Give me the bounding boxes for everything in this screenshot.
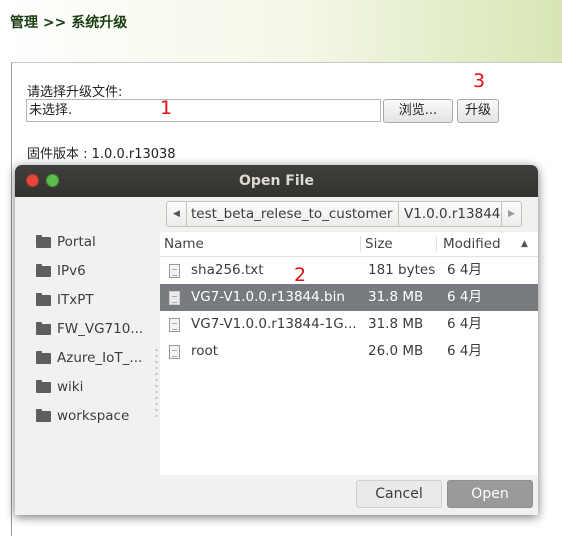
select-file-label: 请选择升级文件: bbox=[27, 85, 123, 100]
folder-icon bbox=[36, 293, 51, 306]
sidebar-item-itxpt[interactable]: ITxPT bbox=[36, 289, 158, 311]
file-list: Name Size Modified ▲ sha256.txt 181 byte… bbox=[160, 232, 538, 475]
file-name: VG7-V1.0.0.r13844.bin bbox=[191, 289, 345, 305]
dialog-titlebar: Open File bbox=[15, 165, 538, 197]
folder-icon bbox=[36, 351, 51, 364]
sidebar-item-workspace[interactable]: workspace bbox=[36, 405, 158, 427]
file-modified: 6 4月 bbox=[447, 262, 482, 278]
file-row-selected[interactable]: VG7-V1.0.0.r13844.bin 31.8 MB 6 4月 bbox=[160, 284, 538, 311]
folder-icon bbox=[36, 322, 51, 335]
file-modified: 6 4月 bbox=[447, 316, 482, 332]
sidebar-item-label: ITxPT bbox=[57, 292, 94, 308]
annotation-3: 3 bbox=[473, 70, 486, 92]
sort-ascending-icon: ▲ bbox=[521, 239, 528, 249]
column-header-modified[interactable]: Modified bbox=[443, 232, 501, 256]
path-forward-arrow-icon[interactable]: ▶ bbox=[501, 201, 522, 227]
document-icon bbox=[169, 318, 180, 332]
folder-icon bbox=[36, 235, 51, 248]
sidebar-item-label: Azure_IoT_... bbox=[57, 350, 143, 366]
sidebar-item-wiki[interactable]: wiki bbox=[36, 376, 158, 398]
file-row[interactable]: VG7-V1.0.0.r13844-1G... 31.8 MB 6 4月 bbox=[160, 311, 538, 338]
sidebar-item-azure-iot[interactable]: Azure_IoT_... bbox=[36, 347, 158, 369]
file-name: VG7-V1.0.0.r13844-1G... bbox=[191, 316, 357, 332]
close-icon[interactable] bbox=[26, 174, 39, 187]
folder-icon bbox=[36, 264, 51, 277]
firmware-version: 固件版本 : 1.0.0.r13038 bbox=[27, 147, 176, 162]
maximize-icon[interactable] bbox=[46, 174, 59, 187]
sidebar-item-label: IPv6 bbox=[57, 263, 86, 279]
file-size: 31.8 MB bbox=[368, 316, 424, 332]
file-list-header: Name Size Modified ▲ bbox=[160, 232, 538, 257]
file-size: 31.8 MB bbox=[368, 289, 424, 305]
document-icon bbox=[169, 345, 180, 359]
path-back-arrow-icon[interactable]: ◀ bbox=[166, 201, 187, 227]
sidebar-item-label: Portal bbox=[57, 234, 96, 250]
file-modified: 6 4月 bbox=[447, 289, 482, 305]
annotation-2: 2 bbox=[294, 264, 307, 286]
file-name: root bbox=[191, 343, 219, 359]
upgrade-button[interactable]: 升级 bbox=[457, 99, 499, 123]
annotation-1: 1 bbox=[160, 97, 173, 119]
path-segment-parent[interactable]: test_beta_relese_to_customer bbox=[186, 201, 399, 227]
file-path-field[interactable]: 未选择. bbox=[26, 99, 381, 122]
pane-resize-handle[interactable] bbox=[155, 347, 158, 417]
path-segment-current[interactable]: V1.0.0.r13844 bbox=[398, 201, 502, 227]
sidebar-item-label: FW_VG710... bbox=[57, 321, 144, 337]
file-size: 181 bytes bbox=[368, 262, 436, 278]
sidebar-item-ipv6[interactable]: IPv6 bbox=[36, 260, 158, 282]
folder-icon bbox=[36, 409, 51, 422]
sidebar-item-label: wiki bbox=[57, 379, 84, 395]
file-name: sha256.txt bbox=[191, 262, 264, 278]
document-icon bbox=[169, 264, 180, 278]
file-row[interactable]: root 26.0 MB 6 4月 bbox=[160, 338, 538, 365]
open-button[interactable]: Open bbox=[447, 480, 533, 508]
file-modified: 6 4月 bbox=[447, 343, 482, 359]
column-header-size[interactable]: Size bbox=[365, 232, 393, 256]
open-file-dialog: Open File ◀ test_beta_relese_to_customer… bbox=[15, 165, 538, 515]
sidebar-item-label: workspace bbox=[57, 408, 130, 424]
dialog-title: Open File bbox=[239, 173, 314, 189]
file-size: 26.0 MB bbox=[368, 343, 424, 359]
column-divider bbox=[436, 236, 437, 252]
cancel-button[interactable]: Cancel bbox=[356, 480, 442, 508]
breadcrumb: 管理 >> 系统升级 bbox=[10, 15, 128, 31]
top-header: 管理 >> 系统升级 bbox=[0, 0, 562, 62]
document-icon bbox=[169, 291, 180, 305]
folder-icon bbox=[36, 380, 51, 393]
column-header-name[interactable]: Name bbox=[164, 232, 204, 256]
file-row[interactable]: sha256.txt 181 bytes 6 4月 bbox=[160, 257, 538, 284]
browse-button[interactable]: 浏览... bbox=[383, 99, 453, 123]
places-sidebar: Portal IPv6 ITxPT FW_VG710... Azure_IoT_… bbox=[15, 227, 159, 477]
sidebar-item-fw-vg710[interactable]: FW_VG710... bbox=[36, 318, 158, 340]
sidebar-item-portal[interactable]: Portal bbox=[36, 231, 158, 253]
column-divider bbox=[360, 236, 361, 252]
